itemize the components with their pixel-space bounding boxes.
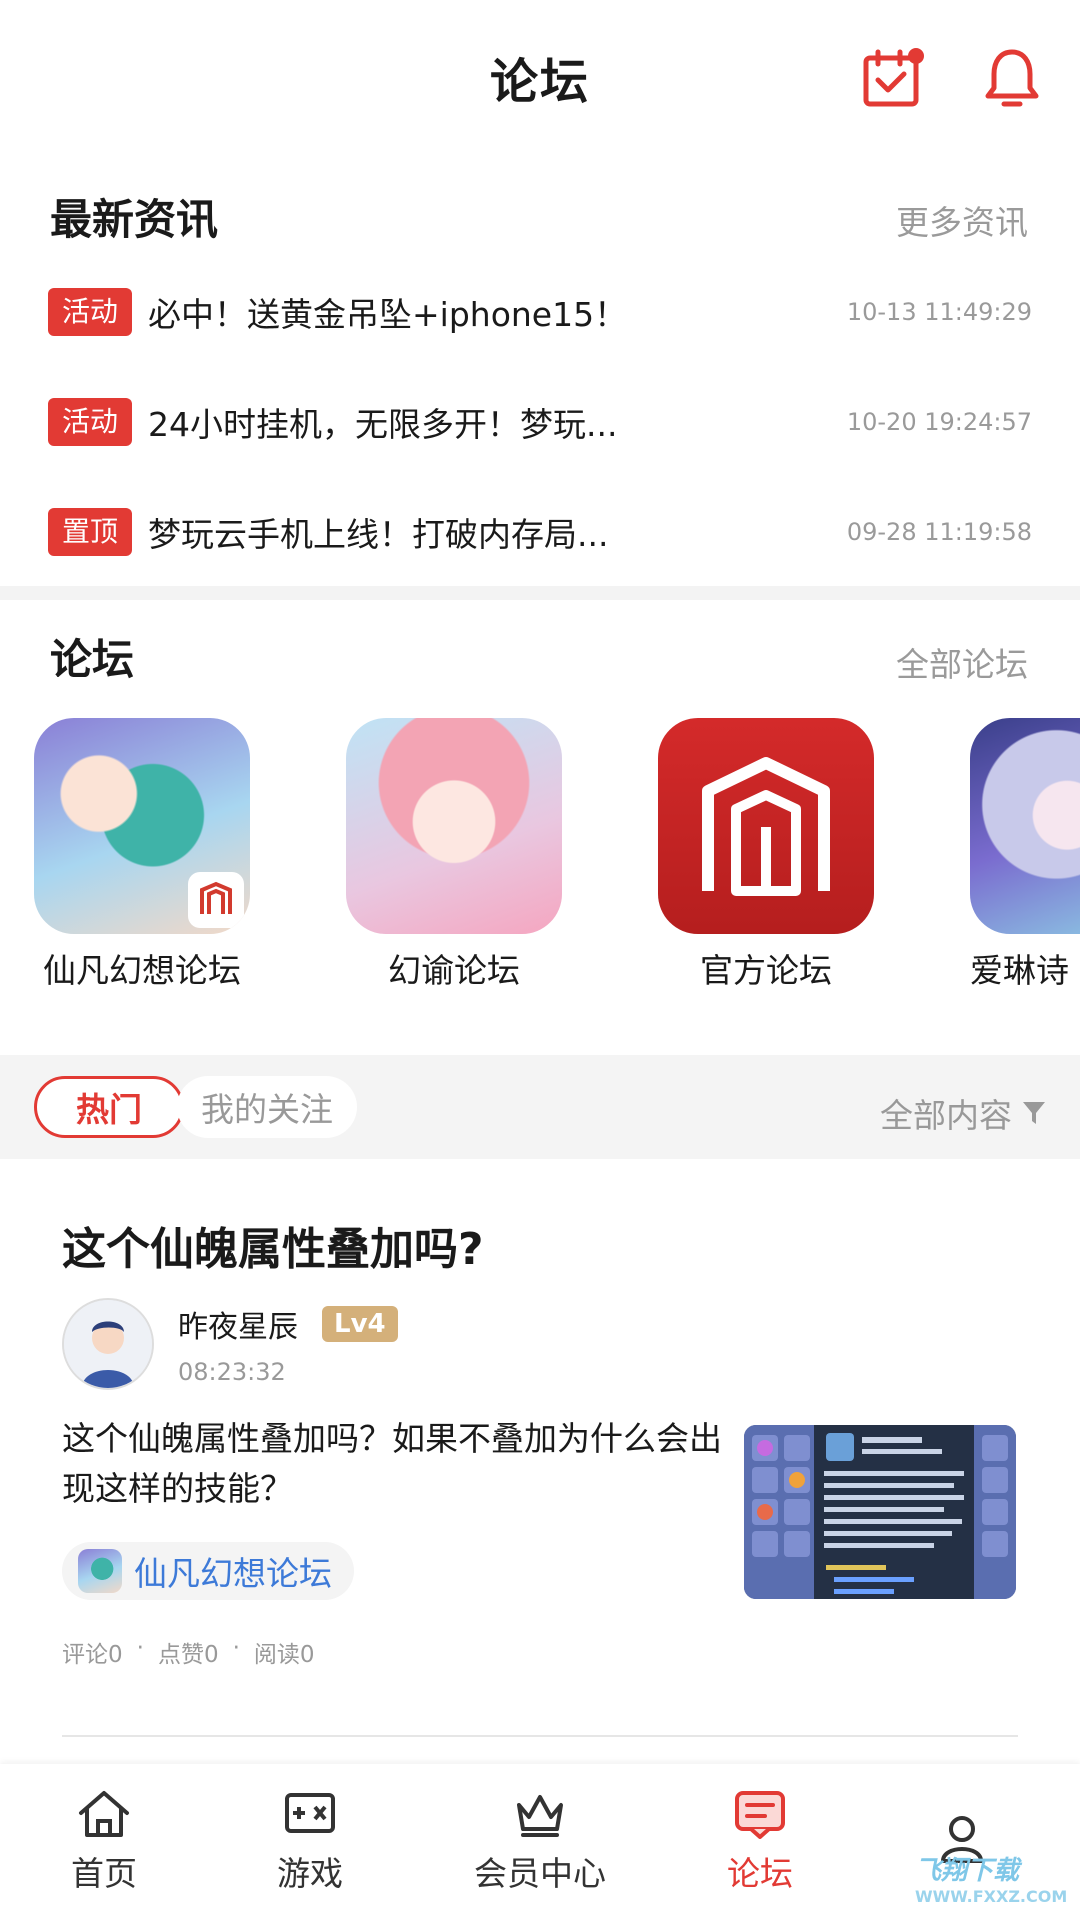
- post-forum-name: 仙凡幻想论坛: [134, 1554, 332, 1593]
- bell-icon: [985, 49, 1039, 107]
- news-tag: 活动: [48, 288, 133, 336]
- nav-games[interactable]: 游戏: [220, 1764, 400, 1920]
- tab-following[interactable]: 我的关注: [177, 1076, 357, 1138]
- comment-count: 评论0: [62, 1642, 123, 1668]
- filter-bar: 热门 我的关注 全部内容: [0, 1055, 1080, 1159]
- forums-section-title: 论坛: [50, 635, 135, 684]
- news-item[interactable]: 活动 必中！送黄金吊坠+iphone15！ 10-13 11:49:29: [48, 282, 1032, 342]
- tab-hot[interactable]: 热门: [34, 1076, 184, 1138]
- nav-member-center[interactable]: 会员中心: [445, 1764, 635, 1920]
- filter-all-content[interactable]: 全部内容: [880, 1089, 1046, 1137]
- read-count: 阅读0: [253, 1642, 315, 1668]
- stat-separator: ·: [136, 1635, 144, 1661]
- checkin-button[interactable]: [856, 42, 928, 114]
- news-time: 10-20 19:24:57: [846, 408, 1032, 436]
- news-section-title: 最新资讯: [50, 195, 219, 244]
- post-title[interactable]: 这个仙魄属性叠加吗?: [62, 1213, 484, 1277]
- filter-label: 全部内容: [880, 1096, 1012, 1135]
- post-time: 08:23:32: [178, 1358, 286, 1386]
- post-image[interactable]: [744, 1425, 1016, 1599]
- post-divider: [62, 1735, 1018, 1737]
- funnel-icon: [1023, 1102, 1045, 1124]
- home-icon: [79, 1791, 129, 1837]
- post-stats: 评论0 · 点赞0 · 阅读0: [62, 1635, 315, 1669]
- forum-card-xianfan[interactable]: 仙凡幻想论坛: [32, 718, 252, 992]
- news-title: 梦玩云手机上线！打破内存局...: [148, 515, 609, 554]
- forum-card-huanyu[interactable]: 幻谕论坛: [344, 718, 564, 992]
- stat-separator: ·: [232, 1635, 240, 1661]
- nav-label: 游戏: [277, 1854, 343, 1893]
- forum-huanyu-icon: [346, 718, 562, 934]
- forum-icon: [735, 1791, 785, 1839]
- news-time: 10-13 11:49:29: [846, 298, 1032, 326]
- official-logo-icon: [658, 718, 874, 934]
- all-forums-link[interactable]: 全部论坛: [896, 638, 1028, 686]
- news-tag: 置顶: [48, 508, 133, 556]
- like-count: 点赞0: [157, 1642, 219, 1668]
- post-forum-chip[interactable]: 仙凡幻想论坛: [62, 1542, 354, 1600]
- news-item[interactable]: 活动 24小时挂机，无限多开！梦玩... 10-20 19:24:57: [48, 392, 1032, 452]
- forum-name: 官方论坛: [700, 951, 832, 990]
- level-badge: Lv4: [322, 1306, 398, 1342]
- forum-name: 幻谕论坛: [388, 951, 520, 990]
- news-title: 必中！送黄金吊坠+iphone15！: [148, 295, 628, 334]
- news-title: 24小时挂机，无限多开！梦玩...: [148, 405, 618, 444]
- gamepad-icon: [285, 1793, 335, 1833]
- forum-xianfan-icon: [78, 1549, 122, 1593]
- author-name[interactable]: 昨夜星辰: [178, 1302, 298, 1346]
- watermark: 飞翔下载 WWW.FXXZ.COM: [915, 1850, 1067, 1906]
- forum-card-official[interactable]: 官方论坛: [656, 718, 876, 992]
- forum-name: 仙凡幻想论坛: [43, 951, 241, 990]
- news-time: 09-28 11:19:58: [846, 518, 1032, 546]
- forum-name: 爱琳诗: [970, 951, 1069, 990]
- user-avatar-icon: [64, 1300, 152, 1388]
- game-screenshot-image: [744, 1425, 1016, 1599]
- nav-label: 论坛: [727, 1854, 793, 1893]
- nav-label: 首页: [71, 1854, 137, 1893]
- nav-home[interactable]: 首页: [14, 1764, 194, 1920]
- forum-xianfan-icon: [34, 718, 250, 934]
- more-news-link[interactable]: 更多资讯: [896, 196, 1028, 244]
- calendar-check-icon: [863, 48, 924, 107]
- watermark-text: 飞翔下载: [915, 1856, 1020, 1886]
- top-bar: 论坛: [0, 0, 1080, 150]
- forum-card-ailinshi[interactable]: 爱琳诗: [966, 718, 1080, 992]
- notification-button[interactable]: [976, 42, 1048, 114]
- nav-label: 会员中心: [474, 1854, 606, 1893]
- section-divider: [0, 586, 1080, 600]
- nav-forum[interactable]: 论坛: [670, 1764, 850, 1920]
- crown-icon: [517, 1795, 563, 1837]
- forum-ailinshi-icon: [970, 718, 1080, 934]
- news-tag: 活动: [48, 398, 133, 446]
- news-item[interactable]: 置顶 梦玩云手机上线！打破内存局... 09-28 11:19:58: [48, 502, 1032, 562]
- avatar[interactable]: [62, 1298, 154, 1390]
- post-body[interactable]: 这个仙魄属性叠加吗？如果不叠加为什么会出现这样的技能？: [62, 1414, 722, 1514]
- watermark-url: WWW.FXXZ.COM: [915, 1887, 1068, 1906]
